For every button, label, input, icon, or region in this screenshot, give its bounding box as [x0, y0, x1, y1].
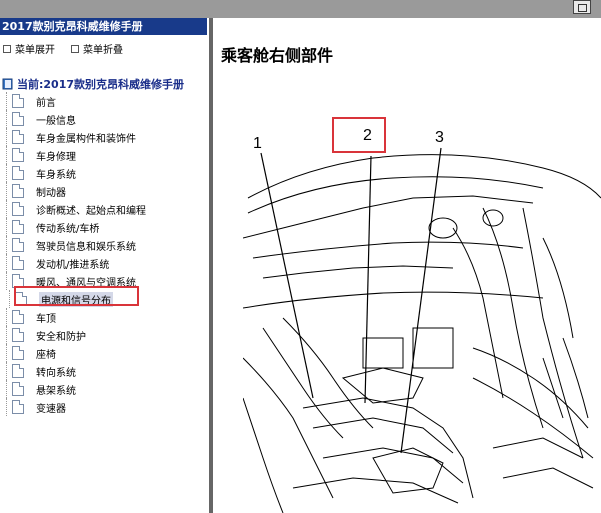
tree-item-label: 座椅	[36, 349, 56, 361]
tree-item-label: 前言	[36, 97, 56, 109]
callout-2-label: 2	[363, 127, 372, 144]
tree-item[interactable]: 驾驶员信息和娱乐系统	[6, 236, 136, 254]
tree-item[interactable]: 安全和防护	[6, 326, 86, 344]
document-icon	[12, 364, 24, 378]
tree-item[interactable]: 车身系统	[6, 164, 76, 182]
tree-connector	[6, 380, 7, 398]
document-icon	[12, 346, 24, 360]
tree-connector	[6, 326, 7, 344]
tree-connector	[6, 362, 7, 380]
top-bar	[0, 0, 601, 18]
sidebar-header: 2017款别克昂科威维修手册	[0, 18, 207, 35]
document-icon	[12, 256, 24, 270]
tree-item[interactable]: 一般信息	[6, 110, 76, 128]
menu-expand-label: 菜单展开	[15, 45, 55, 56]
tree-item-label: 悬架系统	[36, 385, 76, 397]
tree-item[interactable]: 变速器	[6, 398, 66, 416]
tree-connector	[6, 308, 7, 326]
tree-item-label: 车身金属构件和装饰件	[36, 133, 136, 145]
tree-item[interactable]: 发动机/推进系统	[6, 254, 110, 272]
tree-item-label: 车身修理	[36, 151, 76, 163]
tree-connector	[6, 398, 7, 416]
menu-expand-button[interactable]: 菜单展开 菜单折叠	[3, 41, 123, 56]
document-icon	[12, 220, 24, 234]
book-icon	[2, 78, 14, 90]
tree-item[interactable]: 车身修理	[6, 146, 76, 164]
document-icon	[12, 202, 24, 216]
tree-item[interactable]: 前言	[6, 92, 56, 110]
document-icon	[12, 94, 24, 108]
tree-connector	[6, 254, 7, 272]
document-icon	[12, 166, 24, 180]
tree-item-label: 制动器	[36, 187, 66, 199]
callout-1-label: 1	[253, 135, 262, 152]
document-icon	[12, 130, 24, 144]
content-pane: 乘客舱右侧部件 1 2 3	[213, 18, 601, 513]
tree-item[interactable]: 诊断概述、起始点和编程	[6, 200, 146, 218]
collapse-icon	[71, 44, 79, 53]
document-icon	[12, 112, 24, 126]
tree-connector	[6, 110, 7, 128]
tree-item-label: 安全和防护	[36, 331, 86, 343]
expand-icon	[3, 44, 11, 53]
tree-item-label: 车身系统	[36, 169, 76, 181]
tree-connector	[6, 182, 7, 200]
tree-item-label: 一般信息	[36, 115, 76, 127]
tree-item[interactable]: 传动系统/车桥	[6, 218, 100, 236]
tree-item-label: 发动机/推进系统	[36, 259, 110, 271]
tree-connector	[6, 272, 7, 290]
tree-connector	[6, 236, 7, 254]
tree-connector	[6, 146, 7, 164]
tree-connector	[6, 218, 7, 236]
document-icon	[12, 400, 24, 414]
window-icon[interactable]	[573, 0, 591, 14]
document-icon	[12, 184, 24, 198]
tree-item[interactable]: 车顶	[6, 308, 56, 326]
menu-collapse-label[interactable]: 菜单折叠	[83, 41, 123, 56]
sidebar: 2017款别克昂科威维修手册 菜单展开 菜单折叠 当前:2017款别克昂科威维修…	[0, 18, 209, 513]
tree-item-label: 传动系统/车桥	[36, 223, 100, 235]
tree-root[interactable]: 当前:2017款别克昂科威维修手册	[2, 76, 184, 92]
tree-item-label: 转向系统	[36, 367, 76, 379]
callout-2-highlight-box	[332, 117, 386, 153]
tree-item-label: 诊断概述、起始点和编程	[36, 205, 146, 217]
document-icon	[12, 238, 24, 252]
document-icon	[12, 382, 24, 396]
document-icon	[12, 310, 24, 324]
tree-connector	[6, 92, 7, 110]
tree-item-label: 变速器	[36, 403, 66, 415]
tree-item-label: 车顶	[36, 313, 56, 325]
tree-connector	[9, 290, 10, 308]
tree-item[interactable]: 悬架系统	[6, 380, 76, 398]
tree-root-label: 当前:2017款别克昂科威维修手册	[17, 78, 185, 91]
tree-item-label: 驾驶员信息和娱乐系统	[36, 241, 136, 253]
tree-connector	[6, 344, 7, 362]
page-title: 乘客舱右侧部件	[221, 46, 334, 65]
tree-item[interactable]: 制动器	[6, 182, 66, 200]
tree-item[interactable]: 转向系统	[6, 362, 76, 380]
selection-highlight-box	[14, 286, 139, 306]
callout-3-label: 3	[435, 129, 444, 146]
document-icon	[12, 328, 24, 342]
component-diagram: 1 2 3	[243, 117, 601, 513]
document-icon	[12, 148, 24, 162]
tree-item[interactable]: 车身金属构件和装饰件	[6, 128, 136, 146]
tree-item[interactable]: 座椅	[6, 344, 56, 362]
tree-connector	[6, 128, 7, 146]
tree-connector	[6, 164, 7, 182]
tree-connector	[6, 200, 7, 218]
